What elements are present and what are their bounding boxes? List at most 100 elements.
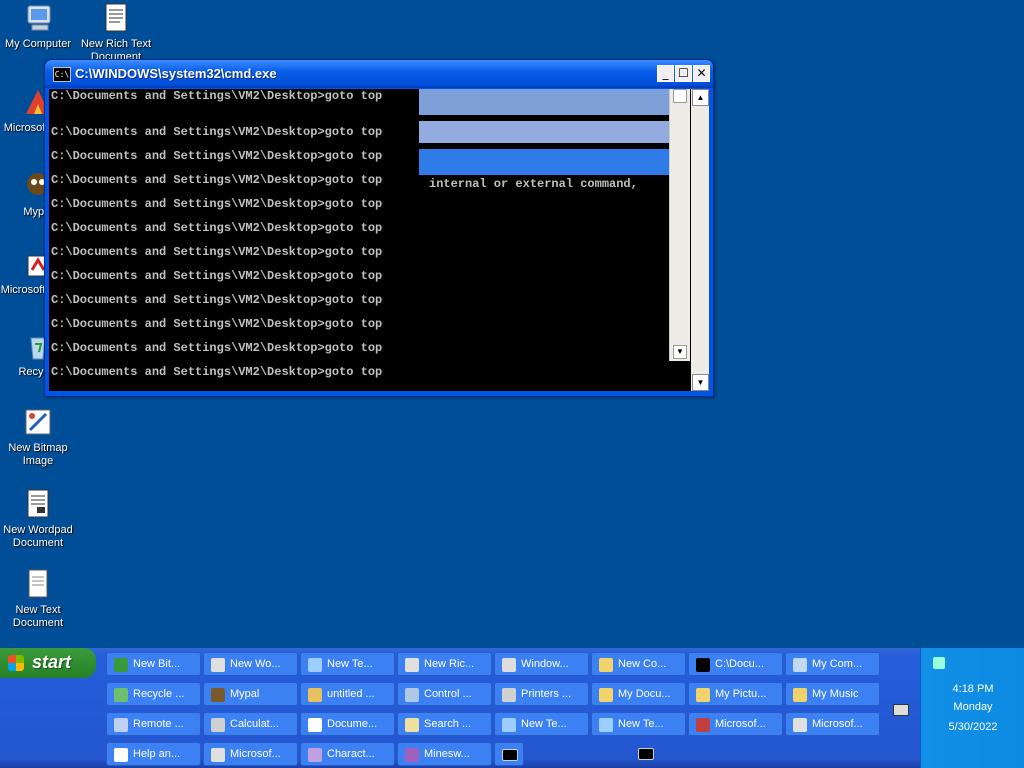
taskbar-button[interactable]: My Music	[785, 682, 880, 706]
taskbar: start New Bit... New Wo... New Te... New Ri…	[0, 648, 1024, 768]
desktop-icon-label: New Bitmap Image	[8, 442, 68, 467]
computer-icon	[793, 658, 807, 672]
document-icon	[308, 718, 322, 732]
taskbar-button[interactable]: Mypal	[203, 682, 298, 706]
help-icon	[114, 748, 128, 762]
taskbar-button[interactable]: New Bit...	[106, 652, 201, 676]
cmd-icon[interactable]: C:\	[53, 67, 71, 82]
media-player-icon	[502, 658, 516, 672]
taskbar-button[interactable]: Search ...	[397, 712, 492, 736]
cmd-window[interactable]: C:\ C:\WINDOWS\system32\cmd.exe _ ☐ ✕ C:…	[44, 59, 714, 397]
clock-date[interactable]: 5/30/2022	[921, 721, 1024, 733]
clock-day[interactable]: Monday	[921, 701, 1024, 713]
folder-icon	[599, 658, 613, 672]
maximize-button[interactable]: ☐	[675, 65, 692, 82]
taskbar-button[interactable]	[494, 742, 524, 766]
calculator-icon	[211, 718, 225, 732]
taskbar-button-label: Help an...	[133, 748, 181, 760]
clock-time[interactable]: 4:18 PM	[921, 683, 1024, 695]
desktop-icon-my-computer[interactable]: My Computer	[0, 2, 78, 51]
recycle-bin-icon	[114, 688, 128, 702]
scroll-up-button[interactable]: ▲	[692, 89, 709, 106]
console-line: C:\Documents and Settings\VM2\Desktop>go…	[51, 293, 383, 307]
console-output[interactable]: C:\Documents and Settings\VM2\Desktop>go…	[49, 89, 691, 391]
desktop-icon-new-rich-text[interactable]: New Rich Text Document	[76, 2, 156, 64]
taskbar-button-label: My Docu...	[618, 688, 671, 700]
taskbar-button[interactable]: Remote ...	[106, 712, 201, 736]
taskbar-button-label: Microsof...	[812, 718, 863, 730]
console-line: C:\Documents and Settings\VM2\Desktop>go…	[51, 125, 383, 139]
taskbar-button[interactable]: Docume...	[300, 712, 395, 736]
taskbar-button[interactable]: Recycle ...	[106, 682, 201, 706]
taskbar-button[interactable]: New Te...	[494, 712, 589, 736]
taskbar-button[interactable]: Microsof...	[785, 712, 880, 736]
title-bar[interactable]: C:\ C:\WINDOWS\system32\cmd.exe _ ☐ ✕	[45, 60, 713, 88]
console-line: C:\Documents and Settings\VM2\Desktop>go…	[51, 245, 383, 259]
taskbar-button[interactable]: Microsof...	[688, 712, 783, 736]
minimize-button[interactable]: _	[657, 65, 674, 82]
taskbar-button[interactable]: Printers ...	[494, 682, 589, 706]
windows-logo-icon	[8, 655, 24, 671]
taskbar-button-label: Control ...	[424, 688, 472, 700]
taskbar-button[interactable]: Charact...	[300, 742, 395, 766]
bitmap-icon	[114, 658, 128, 672]
taskbar-button[interactable]: Help an...	[106, 742, 201, 766]
taskbar-button[interactable]: untitled ...	[300, 682, 395, 706]
desktop-icon-new-wordpad[interactable]: New Wordpad Document	[0, 488, 78, 550]
vertical-scrollbar[interactable]: ▲ ▼	[691, 89, 709, 391]
taskbar-button-label: Mypal	[230, 688, 260, 700]
msvc-icon	[696, 718, 710, 732]
taskbar-button-label: Remote ...	[133, 718, 184, 730]
keyboard-icon[interactable]	[893, 704, 909, 716]
folder-icon	[793, 688, 807, 702]
document-icon	[100, 2, 132, 34]
taskbar-button-label: My Com...	[812, 658, 863, 670]
taskbar-button-label: New Co...	[618, 658, 667, 670]
system-tray: 4:18 PM Monday 5/30/2022	[920, 648, 1024, 768]
taskbar-button[interactable]	[631, 742, 661, 766]
desktop-icon-new-bitmap[interactable]: New Bitmap Image	[0, 406, 78, 468]
desktop-icon-new-text[interactable]: New Text Document	[0, 568, 78, 630]
taskbar-button[interactable]: New Ric...	[397, 652, 492, 676]
console-line: C:\Documents and Settings\VM2\Desktop>go…	[51, 341, 383, 355]
start-button[interactable]: start	[0, 648, 96, 678]
redraw-artifact	[419, 149, 669, 175]
taskbar-button[interactable]: My Com...	[785, 652, 880, 676]
taskbar-button[interactable]: Minesw...	[397, 742, 492, 766]
desktop-icon-label: New Text Document	[12, 604, 64, 629]
close-button[interactable]: ✕	[693, 65, 710, 82]
computer-icon	[22, 2, 54, 34]
taskbar-button-label: untitled ...	[327, 688, 375, 700]
taskbar-button[interactable]: New Te...	[591, 712, 686, 736]
taskbar-button-label: Printers ...	[521, 688, 572, 700]
taskbar-button-label: Minesw...	[424, 748, 470, 760]
cmd-icon	[638, 748, 654, 760]
redraw-artifact	[419, 121, 669, 143]
wordpad-icon	[405, 658, 419, 672]
scroll-down-button[interactable]: ▼	[692, 374, 709, 391]
taskbar-button[interactable]: C:\Docu...	[688, 652, 783, 676]
taskbar-button-label: Docume...	[327, 718, 378, 730]
taskbar-button[interactable]: New Co...	[591, 652, 686, 676]
taskbar-button[interactable]: New Wo...	[203, 652, 298, 676]
printer-icon	[502, 688, 516, 702]
taskbar-button[interactable]: New Te...	[300, 652, 395, 676]
taskbar-button[interactable]: Microsof...	[203, 742, 298, 766]
taskbar-button[interactable]: My Pictu...	[688, 682, 783, 706]
taskbar-button-label: New Te...	[521, 718, 567, 730]
taskbar-button[interactable]: Calculat...	[203, 712, 298, 736]
taskbar-button[interactable]: Control ...	[397, 682, 492, 706]
start-label: start	[32, 652, 72, 672]
taskbar-button-label: Search ...	[424, 718, 472, 730]
taskbar-button-label: New Wo...	[230, 658, 281, 670]
remote-desktop-icon	[114, 718, 128, 732]
taskbar-button[interactable]: Window...	[494, 652, 589, 676]
network-icon[interactable]	[933, 657, 945, 669]
mypal-icon	[211, 688, 225, 702]
taskbar-button[interactable]: My Docu...	[591, 682, 686, 706]
basic-icon	[793, 718, 807, 732]
console-line: C:\Documents and Settings\VM2\Desktop>go…	[51, 221, 383, 235]
desktop-icon-label: New Wordpad Document	[3, 524, 73, 549]
console-line: C:\Documents and Settings\VM2\Desktop>go…	[51, 197, 383, 211]
notepad-icon	[599, 718, 613, 732]
